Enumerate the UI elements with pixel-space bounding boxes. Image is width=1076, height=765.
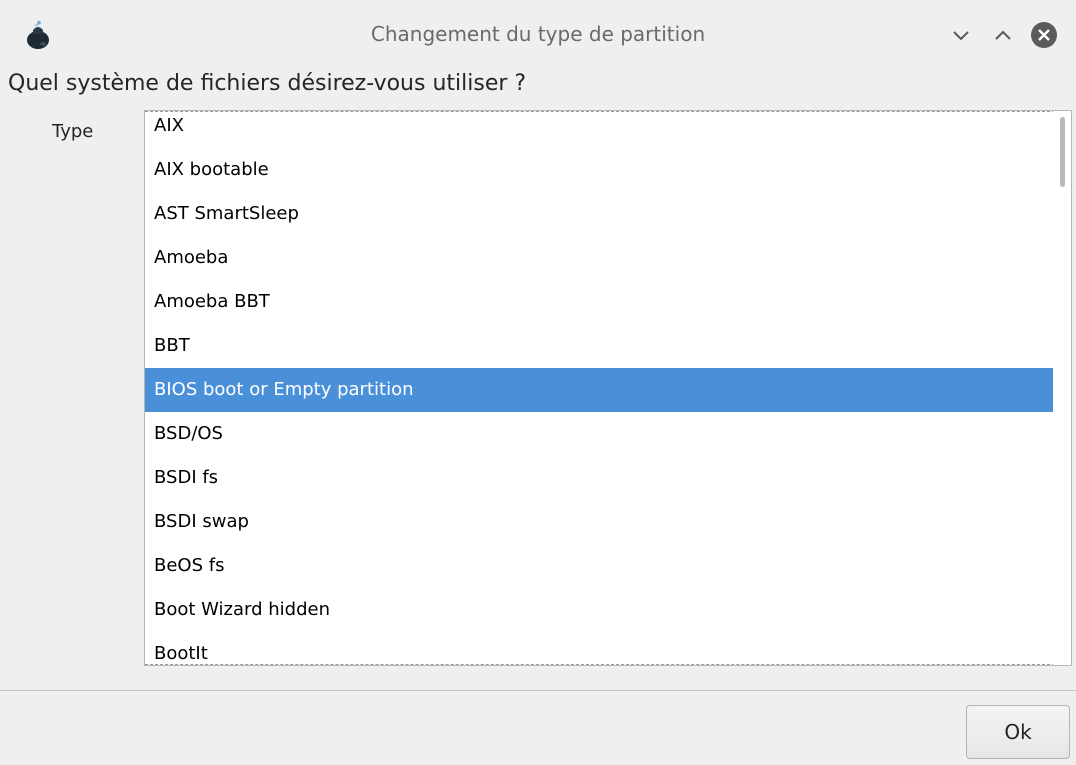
focus-border-bottom (145, 664, 1055, 665)
window-title: Changement du type de partition (370, 22, 706, 46)
close-circle-icon[interactable] (1029, 20, 1059, 50)
list-item[interactable]: AST SmartSleep (145, 192, 1053, 236)
list-item[interactable]: BSDI swap (145, 500, 1053, 544)
question-heading: Quel système de fichiers désirez-vous ut… (8, 71, 527, 96)
list-item[interactable]: BIOS boot or Empty partition (145, 368, 1053, 412)
chevron-up-icon[interactable] (990, 22, 1016, 48)
partition-type-dialog: Changement du type de partition Quel sys… (0, 0, 1076, 765)
list-item[interactable]: Boot Wizard hidden (145, 588, 1053, 632)
list-item[interactable]: AIX bootable (145, 148, 1053, 192)
focus-border-top (145, 111, 1055, 112)
scrollbar-thumb[interactable] (1060, 117, 1065, 187)
list-item[interactable]: BBT (145, 324, 1053, 368)
title-bar[interactable]: Changement du type de partition (0, 0, 1076, 70)
list-item[interactable]: BootIt (145, 632, 1053, 665)
chevron-down-icon[interactable] (948, 22, 974, 48)
separator (0, 690, 1076, 691)
vertical-scrollbar[interactable] (1053, 111, 1071, 665)
list-item[interactable]: AIX (145, 111, 1053, 148)
type-label: Type (52, 121, 94, 142)
partition-type-list[interactable]: AIX AIX bootable AST SmartSleep Amoeba Amoeb… (144, 110, 1072, 666)
ok-button[interactable]: Ok (966, 705, 1070, 759)
list-item[interactable]: BSD/OS (145, 412, 1053, 456)
list-item[interactable]: BeOS fs (145, 544, 1053, 588)
list-item[interactable]: Amoeba BBT (145, 280, 1053, 324)
list-item[interactable]: BSDI fs (145, 456, 1053, 500)
list-item[interactable]: Amoeba (145, 236, 1053, 280)
